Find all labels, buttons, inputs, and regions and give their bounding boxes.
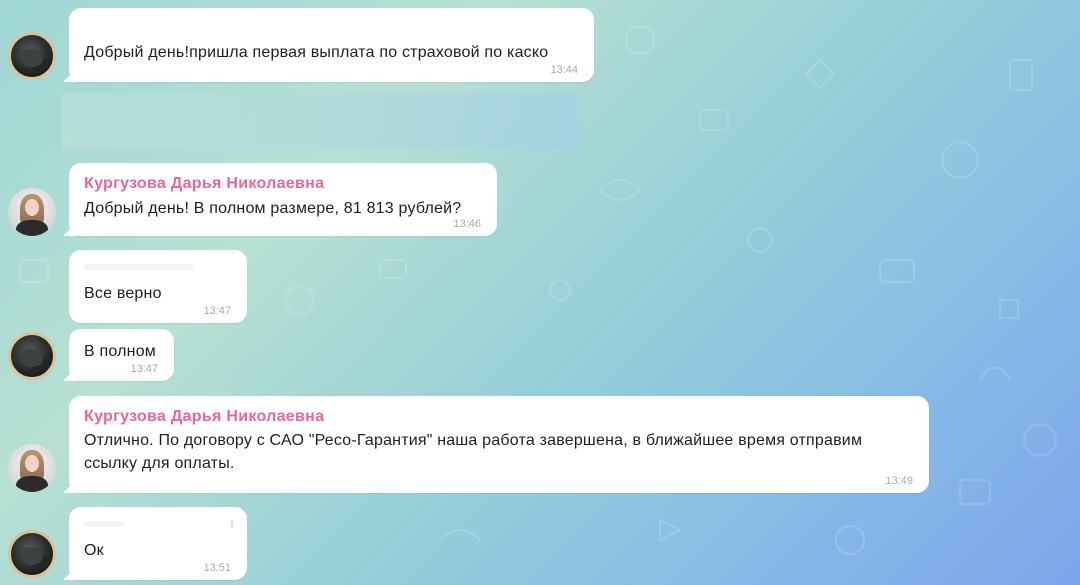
avatar-image [21,547,43,565]
message-time: 13:47 [130,363,158,375]
bubble-tail [63,367,77,381]
avatar-agent[interactable] [8,188,56,236]
message-time: 13:46 [453,218,481,230]
avatar-user[interactable] [8,32,56,80]
reply-preview-marker [231,521,233,528]
reply-preview-placeholder [84,521,124,527]
bubble-tail [63,479,77,493]
message-bubble[interactable]: Кургузова Дарья Николаевна Отлично. По д… [63,396,929,493]
avatar-image [21,49,43,67]
message-bubble[interactable]: В полном 13:47 [63,329,174,381]
message-bubble[interactable]: Ок 13:51 [63,507,247,580]
avatar-user[interactable] [8,332,56,380]
message-time: 13:51 [203,562,231,574]
message-bubble[interactable]: Кургузова Дарья Николаевна Добрый день! … [63,163,497,236]
message-text-line-1: Отлично. По договору с САО "Ресо-Гаранти… [84,432,863,449]
bubble-tail [63,68,77,82]
message-text: Все верно [84,285,162,302]
avatar-user[interactable] [8,530,56,578]
message-text: Добрый день! В полном размере, 81 813 ру… [84,200,462,217]
message-text: Ок [84,542,104,559]
sender-name[interactable]: Кургузова Дарья Николаевна [84,407,914,426]
avatar-agent[interactable] [8,444,56,492]
avatar-image [21,349,43,367]
message-text-line-2: ссылку для оплаты. [84,455,235,472]
reply-preview-placeholder [84,264,194,270]
message-text: В полном [84,343,156,360]
message-bubble[interactable]: Все верно 13:47 [69,250,247,323]
message-time: 13:44 [550,64,578,76]
redacted-area [62,93,578,149]
message-time: 13:47 [203,305,231,317]
message-time: 13:49 [885,475,913,487]
message-bubble[interactable]: Добрый день!пришла первая выплата по стр… [63,8,594,82]
sender-name[interactable]: Кургузова Дарья Николаевна [84,174,482,193]
message-text: Добрый день!пришла первая выплата по стр… [84,44,549,61]
bubble-tail [63,222,77,236]
bubble-tail [63,566,77,580]
